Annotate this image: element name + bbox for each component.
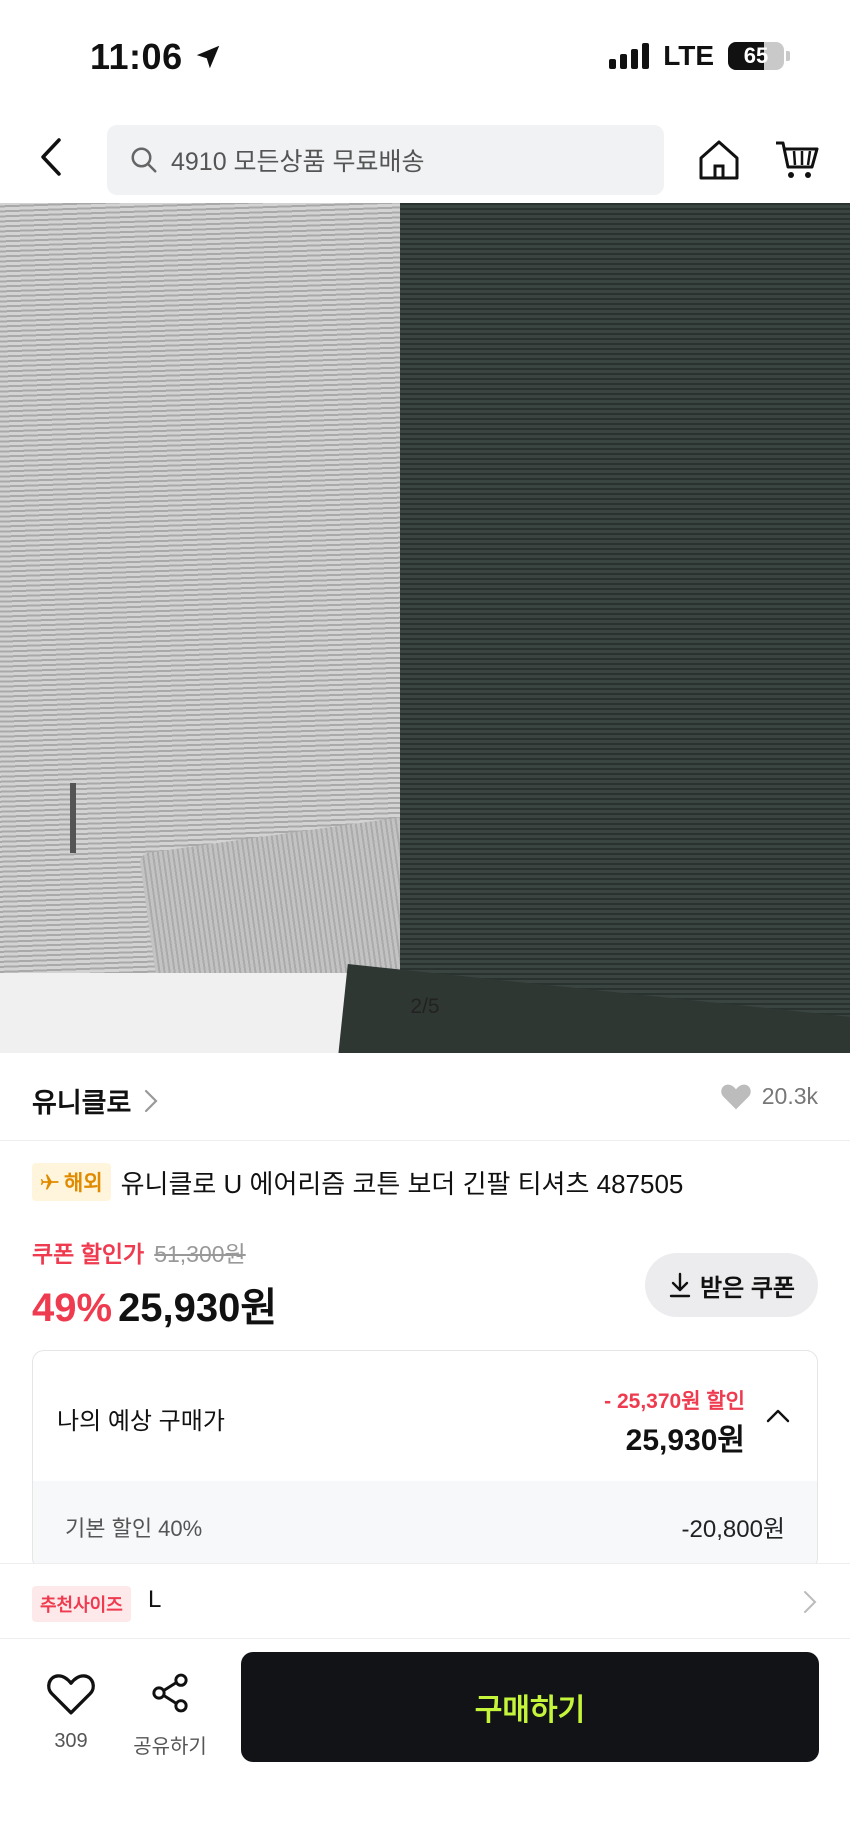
price-block: 쿠폰 할인가 51,300원 49% 25,930원 <box>32 1235 277 1333</box>
product-title-row: 해외 유니클로 U 에어리즘 코튼 보더 긴팔 티셔츠 487505 <box>32 1163 683 1201</box>
chevron-up-icon[interactable] <box>765 1403 791 1429</box>
sale-price: 25,930원 <box>118 1286 278 1330</box>
discount-detail-row: 기본 할인 40% -20,800원 <box>33 1481 817 1569</box>
status-bar: 11:06 LTE 65 <box>0 0 850 115</box>
image-page-indicator: 2/5 <box>410 995 440 1018</box>
recommended-size-bar[interactable]: 추천사이즈 L <box>0 1563 850 1639</box>
heart-icon <box>47 1674 95 1715</box>
battery-icon: 65 <box>728 42 790 70</box>
expected-price-toggle[interactable]: 나의 예상 구매가 - 25,370원 할인 25,930원 <box>33 1351 817 1481</box>
top-nav: 4910 모든상품 무료배송 <box>0 115 850 203</box>
dark-shirt-image <box>400 203 850 1053</box>
expected-price: 25,930원 <box>625 1424 745 1457</box>
share-label: 공유하기 <box>133 1736 207 1758</box>
signal-icon <box>609 43 650 69</box>
share-button[interactable]: 공유하기 <box>130 1670 210 1759</box>
cart-button[interactable] <box>774 137 820 183</box>
home-button[interactable] <box>696 137 742 183</box>
network-label: LTE <box>663 40 714 71</box>
search-text: 4910 모든상품 무료배송 <box>171 148 425 176</box>
location-arrow-icon <box>196 45 219 69</box>
chevron-right-icon <box>804 1591 817 1613</box>
airplane-icon <box>40 1174 59 1190</box>
chevron-right-icon <box>145 1089 158 1112</box>
clock-text: 11:06 <box>90 36 183 77</box>
back-icon <box>41 138 61 176</box>
download-icon <box>669 1272 691 1298</box>
buy-button[interactable]: 구매하기 <box>241 1652 819 1762</box>
heart-icon <box>720 1084 751 1110</box>
overseas-badge-label: 해외 <box>64 1172 103 1195</box>
coupon-price-label: 쿠폰 할인가 <box>32 1241 145 1267</box>
share-icon <box>152 1673 188 1713</box>
search-icon <box>131 147 157 173</box>
original-price: 51,300원 <box>154 1241 246 1267</box>
brand-like[interactable]: 20.3k <box>720 1081 818 1111</box>
discount-rate: 49% <box>32 1286 113 1330</box>
recommended-size-badge: 추천사이즈 <box>32 1586 131 1622</box>
expected-price-label: 나의 예상 구매가 <box>57 1408 225 1435</box>
search-input[interactable]: 4910 모든상품 무료배송 <box>107 125 664 195</box>
expected-price-card: 나의 예상 구매가 - 25,370원 할인 25,930원 기본 할인 40%… <box>32 1350 818 1570</box>
brand-row: 유니클로 20.3k <box>0 1053 850 1141</box>
cart-icon <box>776 141 819 178</box>
bottom-action-bar: 309 공유하기 구매하기 <box>0 1640 850 1842</box>
received-coupon-button[interactable]: 받은 쿠폰 <box>645 1253 818 1317</box>
discount-detail-value: -20,800원 <box>681 1516 785 1543</box>
back-button[interactable] <box>30 135 74 179</box>
expected-discount: - 25,370원 할인 <box>604 1390 745 1413</box>
brand-link[interactable]: 유니클로 <box>32 1081 159 1120</box>
home-icon <box>699 140 739 180</box>
brand-name: 유니클로 <box>32 1088 132 1118</box>
brand-like-count: 20.3k <box>761 1082 818 1109</box>
status-time: 11:06 <box>90 36 223 78</box>
wishlist-button[interactable]: 309 <box>40 1670 102 1753</box>
battery-percent: 65 <box>743 43 769 68</box>
discount-detail-label: 기본 할인 40% <box>65 1516 203 1541</box>
recommended-size-value: L <box>148 1586 162 1613</box>
product-image[interactable]: 2/5 <box>0 203 850 1053</box>
buy-button-label: 구매하기 <box>474 1694 586 1727</box>
status-indicators: LTE 65 <box>609 40 790 72</box>
overseas-badge: 해외 <box>32 1163 111 1201</box>
product-title: 유니클로 U 에어리즘 코튼 보더 긴팔 티셔츠 487505 <box>120 1168 684 1199</box>
received-coupon-label: 받은 쿠폰 <box>700 1274 795 1302</box>
wishlist-count: 309 <box>54 1730 88 1752</box>
